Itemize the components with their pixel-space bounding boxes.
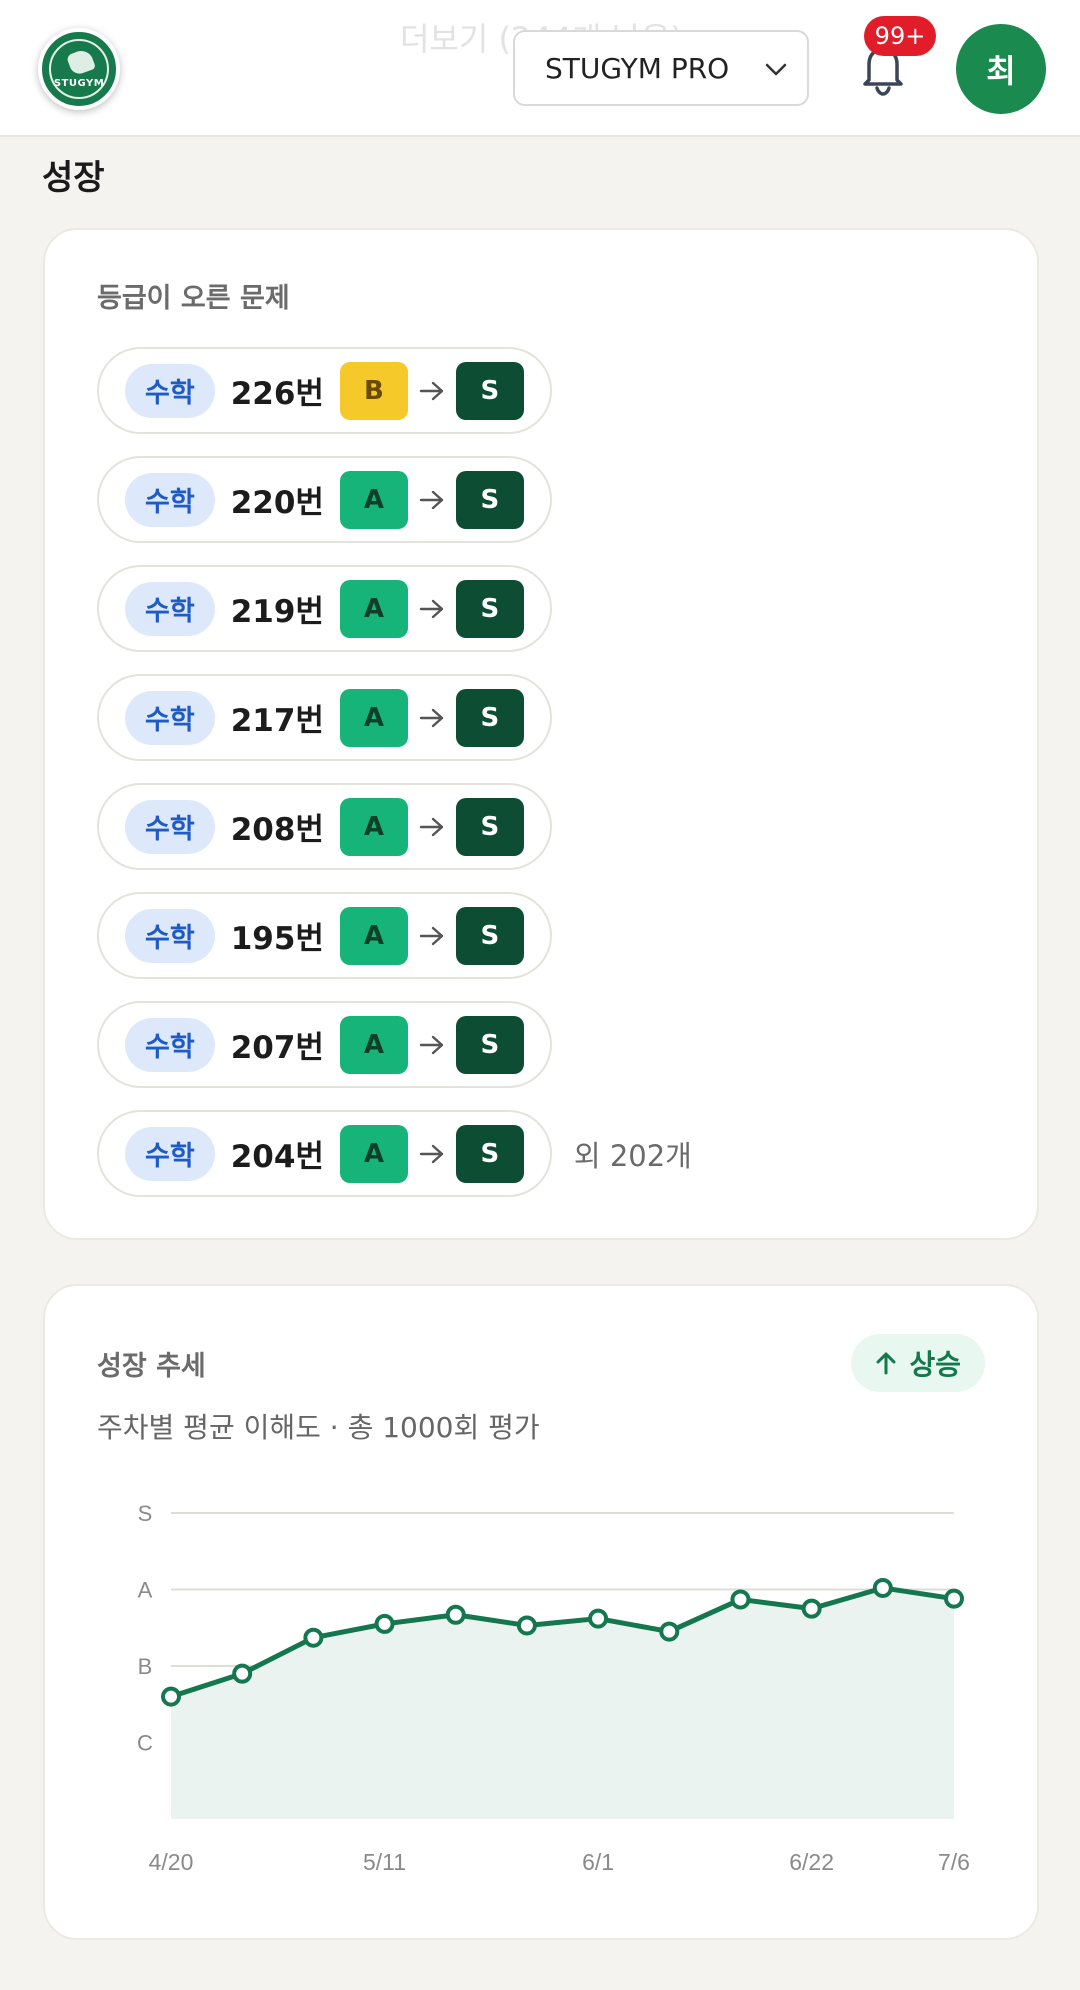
grade-to-badge: S [455,797,524,856]
arrow-right-icon [408,703,456,733]
plan-select-value: STUGYM PRO [545,51,730,85]
grade-up-item[interactable]: 수학 207번 A S [97,1001,552,1088]
problem-number: 204번 [230,1139,324,1175]
grade-from-badge: A [339,1015,408,1074]
subject-tag: 수학 [125,1017,215,1072]
x-tick-label: 7/6 [938,1849,970,1875]
problem-number: 208번 [230,812,324,848]
arrow-right-icon [408,812,456,842]
grade-up-row: 수학 195번 A S [97,892,977,979]
grade-to-badge: S [455,688,524,747]
problem-number: 207번 [230,1030,324,1066]
y-tick-label: C [137,1731,153,1756]
data-point [801,1598,822,1619]
growth-chart: C B A S 4/20 5/11 6/1 6/22 7/6 [137,1501,970,1875]
grade-from-badge: A [339,688,408,747]
data-point [161,1686,181,1707]
data-point [374,1613,395,1634]
section-title: 성장 [42,158,105,198]
stugym-logo[interactable]: STUGYM [38,28,120,110]
grade-up-item[interactable]: 수학 204번 A S [97,1110,552,1197]
y-tick-label: A [138,1578,153,1603]
grade-up-card: 등급이 오른 문제 수학 226번 B S 수학 220번 A S 수학 219번 A S 수학 217번… [43,228,1039,1240]
grade-to-badge: S [455,470,524,529]
grade-up-title: 등급이 오른 문제 [97,283,290,314]
user-avatar[interactable]: 최 [956,24,1046,114]
grade-to-badge: S [455,361,524,420]
problem-number: 220번 [230,485,324,521]
logo-text: STUGYM [53,78,105,89]
data-point [445,1604,466,1625]
x-tick-label: 6/1 [582,1849,614,1875]
grade-up-row: 수학 226번 B S [97,347,977,434]
grade-up-item[interactable]: 수학 217번 A S [97,674,552,761]
grade-up-item[interactable]: 수학 219번 A S [97,565,552,652]
subject-tag: 수학 [125,908,215,963]
arrow-right-icon [408,594,456,624]
grade-to-badge: S [455,579,524,638]
grade-from-badge: B [339,361,408,420]
arrow-right-icon [408,1139,456,1169]
subject-tag: 수학 [125,472,215,527]
chevron-down-icon [765,63,787,76]
arrow-right-icon [408,1030,456,1060]
problem-number: 226번 [230,376,324,412]
notification-badge: 99+ [864,16,936,56]
grade-up-item[interactable]: 수학 208번 A S [97,783,552,870]
data-point [659,1621,680,1642]
data-point [232,1663,253,1684]
grade-up-list: 수학 226번 B S 수학 220번 A S 수학 219번 A S 수학 217번 A S 수학 208번 A S… [97,347,977,1219]
grade-up-row: 수학 207번 A S [97,1001,977,1088]
growth-trend-card: 성장 추세 상승 주차별 평균 이해도 · 총 1000회 평가 C B A S 4/2… [43,1284,1039,1940]
grade-from-badge: A [339,1124,408,1183]
grade-from-badge: A [339,797,408,856]
subject-tag: 수학 [125,690,215,745]
grade-up-row: 수학 204번 A S 외 202개 [97,1110,977,1197]
problem-number: 219번 [230,594,324,630]
y-tick-label: B [138,1654,153,1679]
data-point [872,1577,893,1598]
grade-to-badge: S [455,1015,524,1074]
grade-from-badge: A [339,470,408,529]
grade-up-item[interactable]: 수학 220번 A S [97,456,552,543]
grade-up-row: 수학 208번 A S [97,783,977,870]
x-tick-label: 6/22 [789,1849,834,1875]
subject-tag: 수학 [125,799,215,854]
data-point [516,1615,537,1636]
arrow-right-icon [408,485,456,515]
grade-up-row: 수학 219번 A S [97,565,977,652]
grade-from-badge: A [339,579,408,638]
more-count-text[interactable]: 외 202개 [574,1133,692,1175]
data-point [730,1589,751,1610]
grade-up-item[interactable]: 수학 195번 A S [97,892,552,979]
problem-number: 195번 [230,921,324,957]
subject-tag: 수학 [125,1126,215,1181]
x-tick-label: 5/11 [363,1849,406,1875]
data-point [588,1608,609,1629]
plan-select[interactable]: STUGYM PRO [513,30,809,106]
subject-tag: 수학 [125,581,215,636]
data-point [944,1588,964,1609]
grade-to-badge: S [455,906,524,965]
grade-up-row: 수학 217번 A S [97,674,977,761]
problem-number: 217번 [230,703,324,739]
grade-up-row: 수학 220번 A S [97,456,977,543]
y-tick-label: S [138,1501,153,1526]
top-header: 더보기 (244개 남음) STUGYM STUGYM PRO 99+ 최 [0,0,1080,137]
grade-from-badge: A [339,906,408,965]
x-tick-label: 4/20 [149,1849,194,1875]
data-point [303,1627,324,1648]
grade-up-item[interactable]: 수학 226번 B S [97,347,552,434]
arrow-right-icon [408,921,456,951]
subject-tag: 수학 [125,363,215,418]
grade-to-badge: S [455,1124,524,1183]
arrow-right-icon [408,376,456,406]
